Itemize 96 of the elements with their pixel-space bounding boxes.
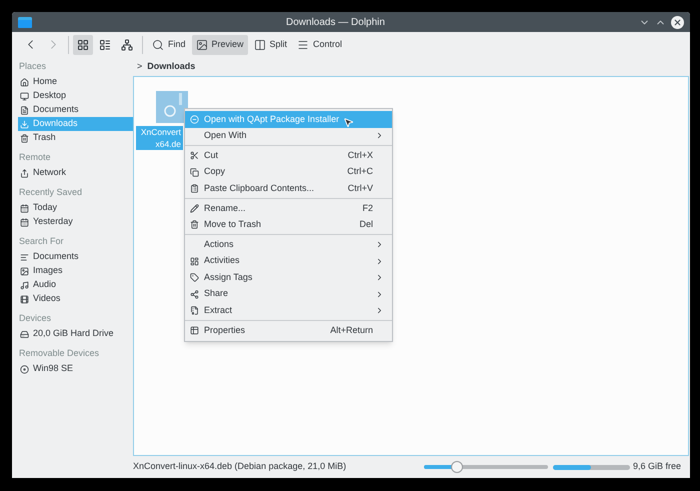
folder-icon [18, 16, 32, 28]
menu-item[interactable]: Copy Ctrl+C [185, 164, 392, 180]
search-icon [152, 38, 164, 50]
sidebar-item[interactable]: Audio [18, 278, 133, 292]
slider-handle[interactable] [451, 461, 464, 473]
toolbar-button[interactable]: Find [148, 34, 190, 54]
menu-item[interactable]: Share [185, 286, 392, 303]
section-heading: Search For [18, 234, 65, 248]
document-icon [20, 252, 29, 262]
close-button[interactable] [671, 16, 684, 28]
menu-label: Assign Tags [204, 270, 252, 284]
sidebar-item[interactable]: Win98 SE [18, 362, 133, 376]
sidebar-item[interactable]: Documents [18, 103, 133, 117]
minus-circle-icon [190, 114, 199, 124]
shortcut: Alt+Return [330, 324, 373, 337]
tag-icon [190, 273, 199, 282]
trash-icon [20, 134, 29, 142]
toolbar-button[interactable]: Preview [192, 34, 248, 54]
menu-label: Paste Clipboard Contents... [204, 182, 314, 195]
section-heading: Devices [18, 312, 52, 325]
shortcut: Ctrl+V [348, 182, 373, 195]
section-heading: Remote [18, 150, 52, 164]
monitor-icon [20, 92, 29, 100]
sidebar-item[interactable]: Today [18, 201, 133, 215]
calendar-icon [20, 204, 29, 212]
breadcrumb-separator: > [137, 60, 142, 73]
free-space: 9,6 GiB free [632, 460, 681, 474]
document-icon [20, 106, 29, 114]
sidebar-item[interactable]: Yesterday [18, 215, 133, 229]
menu-label: Share [204, 287, 228, 300]
drive-icon [20, 330, 29, 338]
clipboard-icon [190, 184, 199, 194]
file-name: x64.de [155, 138, 181, 150]
activities-icon [190, 256, 199, 266]
menu-label: Cut [204, 148, 218, 162]
home-icon [20, 78, 29, 86]
image-icon [196, 38, 208, 50]
mouse-cursor-icon [343, 117, 354, 128]
menu-item[interactable]: Move to Trash Del [185, 216, 392, 234]
film-icon [20, 294, 29, 304]
sidebar-item[interactable]: Documents [18, 250, 133, 264]
sidebar-item[interactable]: Desktop [18, 89, 133, 103]
menu-label: Extract [204, 304, 232, 318]
menu-label: Copy [204, 165, 226, 178]
pencil-icon [190, 204, 199, 213]
split-icon [254, 38, 266, 50]
close-icon [673, 18, 682, 26]
sidebar-item[interactable]: Network [18, 166, 133, 180]
shortcut: Del [359, 218, 373, 232]
sidebar-item[interactable]: Images [18, 264, 133, 278]
sidebar-item[interactable]: Videos [18, 292, 133, 306]
archive-icon [190, 306, 199, 316]
sidebar-item[interactable]: 20,0 GiB Hard Drive [18, 327, 133, 341]
status-text: XnConvert-linux-x64.deb (Debian package, 21,0 MiB) [133, 460, 348, 474]
music-icon [20, 280, 29, 290]
menu-item[interactable]: Cut Ctrl+X [185, 147, 392, 164]
menu-label: Rename... [204, 202, 246, 215]
shortcut: Ctrl+C [347, 165, 373, 178]
menu-item[interactable]: Properties Alt+Return [185, 322, 392, 339]
menu-label: Open With [204, 129, 247, 142]
zoom-slider[interactable] [424, 461, 548, 473]
menu-item[interactable]: Rename... F2 [185, 200, 392, 217]
copy-icon [190, 168, 199, 177]
download-icon [20, 120, 29, 128]
menu-item[interactable]: Open With [185, 128, 392, 144]
menu-item[interactable]: Actions [185, 236, 392, 253]
properties-icon [190, 326, 199, 335]
calendar-icon [20, 218, 29, 226]
window-title: Downloads — Dolphin [285, 16, 386, 30]
sidebar-item[interactable]: Trash [18, 131, 133, 145]
sidebar-item[interactable]: Home [18, 75, 133, 89]
menu-item[interactable]: Assign Tags [185, 269, 392, 286]
menu-label: Activities [204, 254, 240, 268]
menu-label: Actions [204, 238, 234, 251]
section-heading: Places [18, 60, 48, 73]
menu-label: Move to Trash [204, 218, 262, 232]
image-icon [20, 266, 29, 276]
menu-item[interactable]: Extract [185, 302, 392, 320]
menu-icon [297, 38, 310, 50]
disc-icon [20, 364, 29, 374]
menu-label: Open with QApt Package Installer [204, 112, 340, 126]
share-icon [190, 290, 199, 299]
cut-icon [190, 150, 199, 160]
toolbar-button[interactable]: Control [293, 34, 346, 54]
menu-item[interactable]: Activities [185, 252, 392, 270]
file-name: XnConvert [140, 126, 181, 138]
menu-label: Properties [204, 324, 246, 337]
menu-item[interactable]: Paste Clipboard Contents... Ctrl+V [185, 180, 392, 197]
section-heading: Recently Saved [18, 186, 84, 199]
breadcrumb-item[interactable]: Downloads [147, 60, 196, 74]
toolbar-button[interactable]: Split [250, 34, 292, 54]
grid-icon[interactable] [73, 34, 93, 54]
section-heading: Removable Devices [18, 346, 100, 360]
shortcut: Ctrl+X [348, 148, 373, 162]
shortcut: F2 [362, 202, 373, 215]
trash-icon [190, 220, 199, 230]
